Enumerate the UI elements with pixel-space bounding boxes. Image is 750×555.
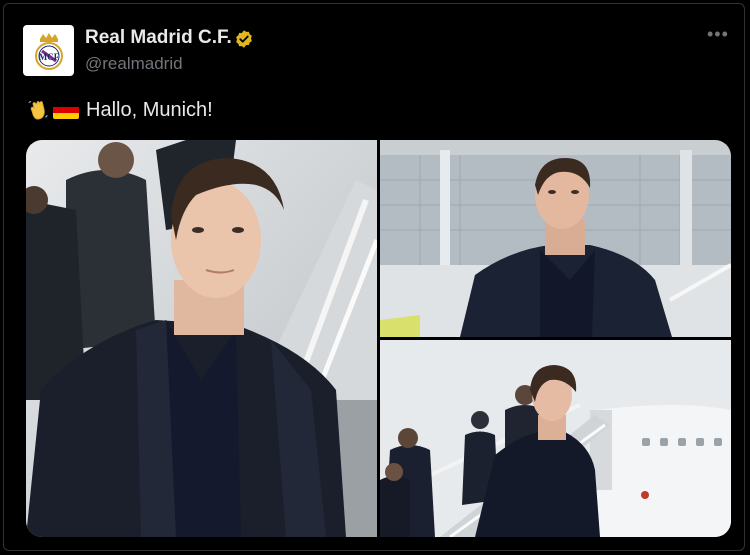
post-card[interactable]: MCF Real Madrid C.F. @realmadrid ••• Hal… [3, 3, 745, 551]
author-name[interactable]: Real Madrid C.F. [85, 27, 232, 49]
club-crest-icon: MCF [34, 32, 63, 70]
waving-hand-icon [28, 101, 48, 120]
germany-flag-icon [53, 101, 79, 119]
tweet-body: Hallo, Munich! [86, 98, 213, 121]
author-handle[interactable]: @realmadrid [85, 54, 183, 74]
photo-player-airport[interactable] [380, 140, 731, 337]
media-grid [26, 140, 731, 537]
tweet-text: Hallo, Munich! [26, 96, 213, 124]
svg-text:MCF: MCF [38, 52, 59, 62]
avatar[interactable]: MCF [23, 25, 74, 76]
verified-badge-icon [236, 30, 252, 48]
more-options-button[interactable]: ••• [707, 24, 729, 45]
photo-team-plane[interactable] [380, 340, 731, 537]
photo-player-portrait[interactable] [26, 140, 377, 537]
